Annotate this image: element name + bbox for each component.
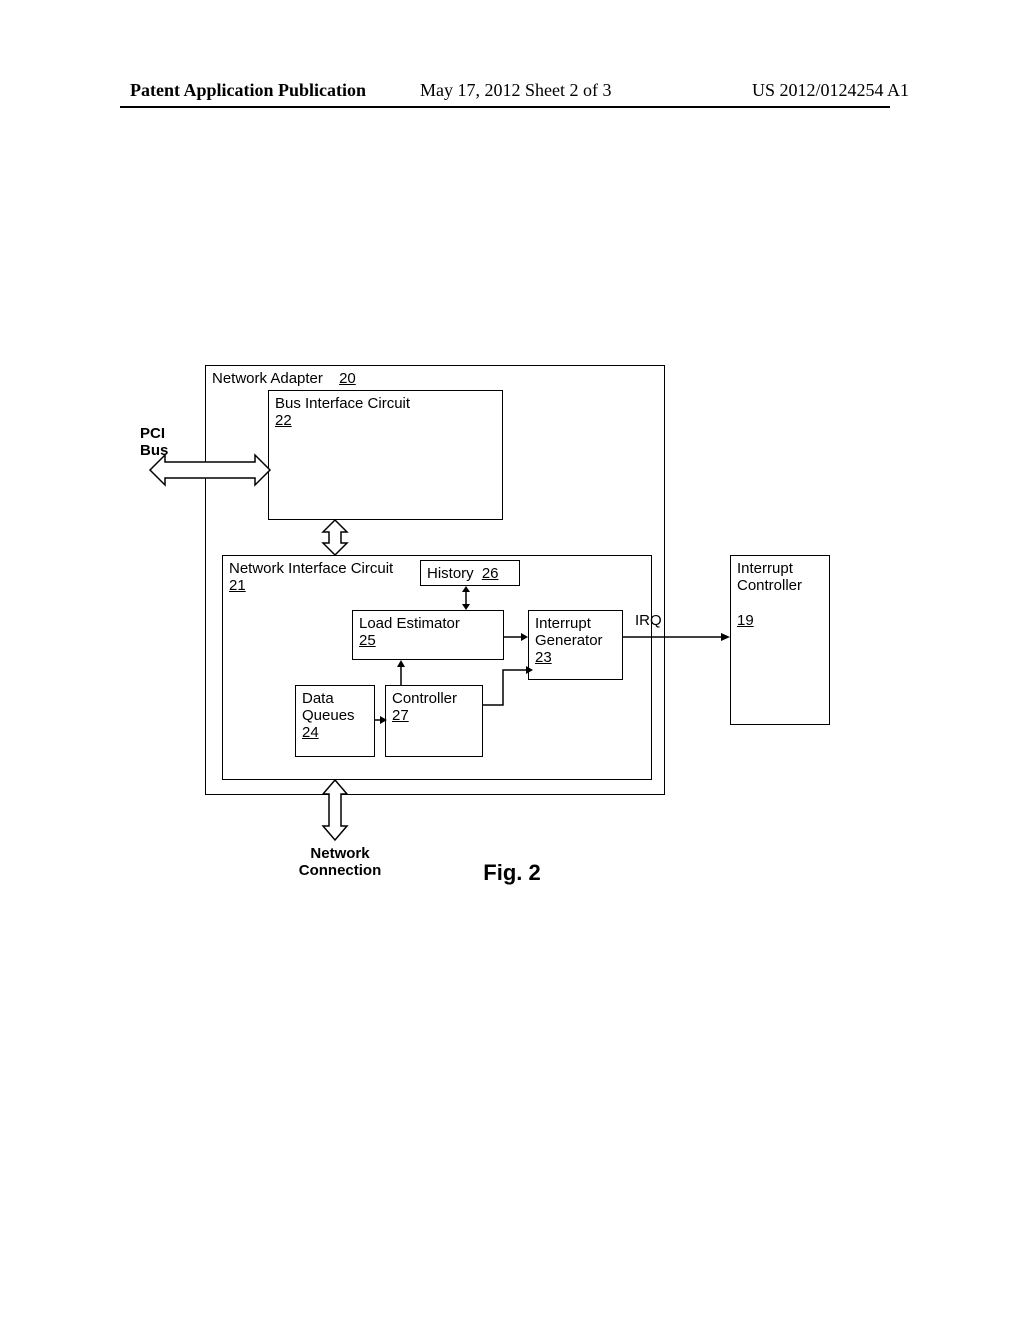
- controller-intgen-arrow: [483, 665, 533, 715]
- controller-label: Controller: [392, 690, 476, 707]
- load-estimator-label: Load Estimator: [359, 615, 497, 632]
- network-adapter-ref: 20: [339, 370, 356, 387]
- header-right: US 2012/0124254 A1: [752, 80, 909, 101]
- history-label: History: [427, 565, 474, 582]
- bus-interface-box: Bus Interface Circuit 22: [268, 390, 503, 520]
- data-queues-label1: Data: [302, 690, 368, 707]
- history-ref: 26: [482, 565, 499, 582]
- interrupt-generator-label2: Generator: [535, 632, 616, 649]
- irq-label: IRQ: [635, 612, 662, 629]
- data-queues-ref: 24: [302, 724, 368, 741]
- history-box: History 26: [420, 560, 520, 586]
- pci-bus-arrow: [150, 455, 270, 495]
- block-diagram: PCI Bus Network Adapter 20 Bus Interface…: [190, 370, 890, 850]
- pci-bus-label: PCI Bus: [140, 425, 168, 459]
- network-adapter-label: Network Adapter: [212, 370, 323, 387]
- load-estimator-ref: 25: [359, 632, 497, 649]
- controller-box: Controller 27: [385, 685, 483, 757]
- interrupt-controller-label1: Interrupt: [737, 560, 823, 577]
- interrupt-controller-label2: Controller: [737, 577, 823, 594]
- data-queues-label2: Queues: [302, 707, 368, 724]
- interrupt-controller-ref: 19: [737, 612, 823, 629]
- bus-net-arrow: [315, 520, 355, 555]
- history-load-arrow: [460, 586, 472, 610]
- bus-interface-ref: 22: [275, 412, 496, 429]
- data-queues-box: Data Queues 24: [295, 685, 375, 757]
- bus-interface-label: Bus Interface Circuit: [275, 395, 496, 412]
- interrupt-generator-box: Interrupt Generator 23: [528, 610, 623, 680]
- queues-load-arrow: [395, 660, 407, 685]
- header-rule: [120, 106, 890, 108]
- load-estimator-box: Load Estimator 25: [352, 610, 504, 660]
- interrupt-controller-box: Interrupt Controller 19: [730, 555, 830, 725]
- irq-arrow: [623, 632, 730, 642]
- header-left: Patent Application Publication: [130, 80, 366, 101]
- queues-controller-arrow: [375, 715, 387, 725]
- interrupt-generator-ref: 23: [535, 649, 616, 666]
- controller-ref: 27: [392, 707, 476, 724]
- header-center: May 17, 2012 Sheet 2 of 3: [420, 80, 611, 101]
- figure-label: Fig. 2: [0, 860, 1024, 886]
- net-conn-arrow: [315, 780, 355, 840]
- interrupt-generator-label1: Interrupt: [535, 615, 616, 632]
- load-intgen-arrow: [504, 632, 528, 642]
